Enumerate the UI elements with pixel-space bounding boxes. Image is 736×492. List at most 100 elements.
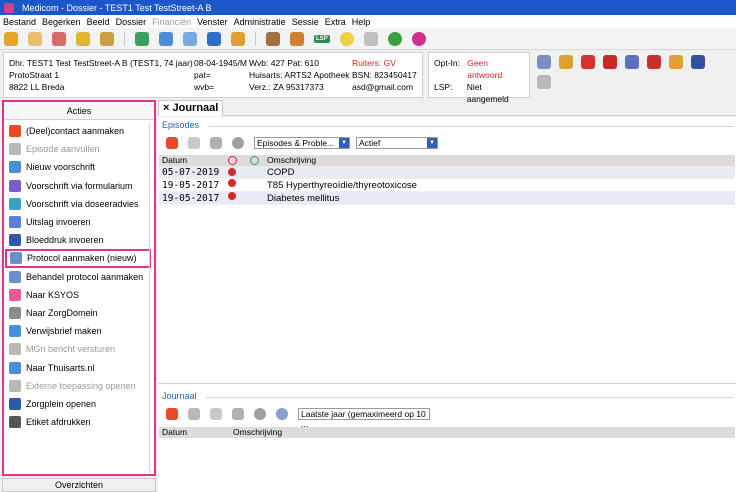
journaal-content: Episodes Episodes & Proble... ▼ Actief ▼… xyxy=(158,117,736,492)
episode-date: 05-07-2019 xyxy=(162,167,220,178)
circle-icon[interactable] xyxy=(254,408,266,420)
period-filter-dropdown[interactable]: Laatste jaar (gemaximeerd op 10 ... xyxy=(298,408,430,429)
refresh-icon[interactable] xyxy=(135,31,149,46)
people-icon[interactable] xyxy=(537,55,551,69)
settings-icon[interactable] xyxy=(537,75,551,89)
action-naar-ksyos[interactable]: Naar KSYOS xyxy=(4,286,154,304)
menu-dossier[interactable]: Dossier xyxy=(116,17,147,27)
inbox-icon[interactable] xyxy=(207,31,221,46)
action-etiket-afdrukken[interactable]: Etiket afdrukken xyxy=(4,413,154,431)
episode-row[interactable]: 19-05-2017 Diabetes mellitus xyxy=(159,192,735,205)
edit-icon[interactable] xyxy=(188,137,200,149)
house-icon[interactable] xyxy=(290,31,304,46)
document-icon[interactable] xyxy=(363,31,378,46)
user-icon[interactable] xyxy=(266,31,280,46)
action-bloeddruk-invoeren[interactable]: Bloeddruk invoeren xyxy=(4,231,154,249)
col-datum[interactable]: Datum xyxy=(162,155,187,166)
status-icon xyxy=(250,156,259,165)
action-icon xyxy=(9,325,21,338)
patient-name: Dhr. TEST1 Test TestStreet-A B (TEST1, 7… xyxy=(9,58,193,68)
action-nieuw-voorschrift[interactable]: Nieuw voorschrift xyxy=(4,158,154,176)
menu-administratie[interactable]: Administratie xyxy=(234,17,286,27)
episodes-filter-value: Episodes & Proble... xyxy=(257,138,335,148)
warning-icon[interactable] xyxy=(647,55,661,69)
action-verwijsbrief-maken[interactable]: Verwijsbrief maken xyxy=(4,322,154,340)
patient-ruiters: Ruiters: GV xyxy=(352,58,396,68)
action-zorgplein-openen[interactable]: Zorgplein openen xyxy=(4,395,154,413)
action-protocol-aanmaken-nieuw[interactable]: Protocol aanmaken (nieuw) xyxy=(5,249,151,268)
action-voorschrift-via-formularium[interactable]: Voorschrift via formularium xyxy=(4,177,154,195)
comment-icon[interactable] xyxy=(188,408,200,420)
optin-label: Opt-In: xyxy=(434,58,460,68)
help-icon[interactable] xyxy=(387,31,402,46)
circle-icon[interactable] xyxy=(232,137,244,149)
tab-journaal[interactable]: × Journaal xyxy=(158,100,224,116)
patient-wwb: Wvb: 427 Pat: 610 xyxy=(249,58,319,68)
action-icon xyxy=(9,288,21,301)
journaal-grid-header: Datum Omschrijving xyxy=(159,427,735,438)
action-icon xyxy=(9,161,21,174)
acties-list: (Deel)contact aanmaken Episode aanvullen N… xyxy=(4,120,154,431)
delete-icon[interactable] xyxy=(210,137,222,149)
people-icon[interactable] xyxy=(159,31,173,46)
menu-sessie[interactable]: Sessie xyxy=(292,17,319,27)
calendar-icon[interactable] xyxy=(52,31,66,46)
medicom-icon[interactable] xyxy=(411,31,426,46)
mail-icon[interactable] xyxy=(183,31,197,46)
pane-splitter[interactable] xyxy=(158,383,736,386)
action-icon xyxy=(9,361,21,374)
action-icon xyxy=(10,252,22,265)
col-omschrijving[interactable]: Omschrijving xyxy=(233,427,282,438)
col-datum[interactable]: Datum xyxy=(162,427,187,438)
episode-row[interactable]: 19-05-2017 T85 Hyperthyreoïdie/thyreotox… xyxy=(159,179,735,192)
folder-icon[interactable] xyxy=(4,31,18,46)
splitter[interactable] xyxy=(149,122,150,474)
menu-help[interactable]: Help xyxy=(352,17,371,27)
add-episode-icon[interactable] xyxy=(166,137,178,149)
action-episode-aanvullen: Episode aanvullen xyxy=(4,140,154,158)
lsp-icon[interactable]: LSP xyxy=(314,34,330,43)
action-mgn-bericht-versturen: MGn bericht versturen xyxy=(4,340,154,358)
close-icon[interactable]: × xyxy=(163,102,169,114)
add-entry-icon[interactable] xyxy=(166,408,178,420)
action-naar-zorgdomein[interactable]: Naar ZorgDomein xyxy=(4,304,154,322)
toolbar-separator xyxy=(255,31,256,46)
alert-icon[interactable] xyxy=(581,55,595,69)
overzichten-button[interactable]: Overzichten xyxy=(2,478,156,492)
edit-icon[interactable] xyxy=(210,408,222,420)
chevron-down-icon[interactable]: ▼ xyxy=(427,138,437,148)
action-icon xyxy=(9,306,21,319)
action-deel-contact-aanmaken[interactable]: (Deel)contact aanmaken xyxy=(4,122,154,140)
action-uitslag-invoeren[interactable]: Uitslag invoeren xyxy=(4,213,154,231)
menu-bewerken[interactable]: Begerken xyxy=(42,17,81,27)
document-icon[interactable] xyxy=(100,31,114,46)
folder-icon[interactable] xyxy=(669,55,683,69)
col-omschrijving[interactable]: Omschrijving xyxy=(267,155,316,166)
acties-title: Acties xyxy=(4,102,154,120)
envelope-icon[interactable] xyxy=(231,31,245,46)
cov-icon[interactable] xyxy=(603,55,617,69)
delete-icon[interactable] xyxy=(232,408,244,420)
calendar-icon[interactable] xyxy=(691,55,705,69)
action-behandel-protocol-aanmaken[interactable]: Behandel protocol aanmaken xyxy=(4,268,154,286)
episodes-filter-dropdown[interactable]: Episodes & Proble... ▼ xyxy=(254,137,350,149)
menu-beeld[interactable]: Beeld xyxy=(87,17,110,27)
action-voorschrift-via-doseeradvies[interactable]: Voorschrift via doseeradvies xyxy=(4,195,154,213)
episode-row[interactable]: 05-07-2019 COPD xyxy=(159,166,735,179)
chevron-down-icon[interactable]: ▼ xyxy=(339,138,349,148)
pill-icon[interactable] xyxy=(625,55,639,69)
book-icon[interactable] xyxy=(28,31,42,46)
menu-extra[interactable]: Extra xyxy=(325,17,346,27)
star-icon[interactable] xyxy=(76,31,90,46)
lightbulb-icon[interactable] xyxy=(339,31,354,46)
menu-venster[interactable]: Venster xyxy=(197,17,228,27)
action-icon xyxy=(9,234,21,247)
user-icon[interactable] xyxy=(559,55,573,69)
action-naar-thuisarts-nl[interactable]: Naar Thuisarts.nl xyxy=(4,358,154,376)
action-label: Naar ZorgDomein xyxy=(26,307,98,318)
menu-bestand[interactable]: Bestand xyxy=(3,17,36,27)
status-filter-dropdown[interactable]: Actief ▼ xyxy=(356,137,438,149)
action-icon xyxy=(9,197,21,210)
search-icon[interactable] xyxy=(276,408,288,420)
episode-date: 19-05-2017 xyxy=(162,193,220,204)
